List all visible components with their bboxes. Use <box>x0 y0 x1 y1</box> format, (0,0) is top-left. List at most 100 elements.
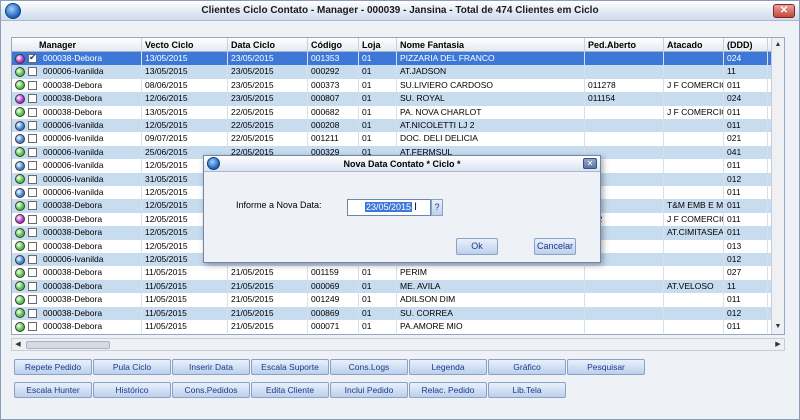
table-row[interactable]: 000038-Debora 11/05/2015 21/05/2015 000069 0… <box>12 279 776 294</box>
status-purple-icon <box>15 214 25 225</box>
column-header-loja[interactable]: Loja <box>359 38 397 52</box>
row-checkbox[interactable] <box>28 107 37 117</box>
column-header-ddd[interactable]: (DDD) <box>724 38 768 52</box>
date-value: 23/05/2015 <box>365 202 413 212</box>
table-row[interactable]: 000038-Debora 12/06/2015 23/05/2015 000807 0… <box>12 92 776 106</box>
repete-pedido-button[interactable]: Repete Pedido <box>14 359 92 375</box>
cancel-button[interactable]: Cancelar <box>534 238 576 255</box>
row-checkbox[interactable] <box>28 188 37 197</box>
cell-atacado: T&M EMB E MA <box>664 199 724 213</box>
cell-atacado <box>664 306 724 320</box>
table-row[interactable]: 000038-Debora13/05/201523/05/20150013530… <box>12 52 772 66</box>
scroll-thumb[interactable] <box>26 341 110 349</box>
scroll-left-icon[interactable]: ◀ <box>13 340 23 350</box>
column-header-nome[interactable]: Nome Fantasia <box>397 38 585 52</box>
row-checkbox[interactable] <box>28 80 37 90</box>
grid-header: Manager Vecto Ciclo Data Ciclo Código Loja No… <box>12 38 784 52</box>
date-input[interactable]: 23/05/2015 <box>347 199 431 216</box>
column-header-codigo[interactable]: Código <box>308 38 359 52</box>
cell-manager: 000038-Debora <box>40 239 142 253</box>
table-row[interactable]: 000038-Debora 11/05/2015 21/05/2015 000071 0… <box>12 320 776 334</box>
escala-hunter-button[interactable]: Escala Hunter <box>14 382 92 398</box>
table-row[interactable]: 000038-Debora 11/05/2015 21/05/2015 000869 0… <box>12 306 776 320</box>
cons-pedidos-button[interactable]: Cons.Pedidos <box>172 382 250 398</box>
dialog-close-button[interactable]: ✕ <box>583 158 597 169</box>
row-checkbox[interactable] <box>28 67 37 77</box>
column-header-manager[interactable]: Manager <box>36 38 142 52</box>
column-header-data[interactable]: Data Ciclo <box>228 38 308 52</box>
row-checkbox[interactable] <box>28 268 37 278</box>
cell-ped <box>585 132 664 146</box>
cell-vecto: 11/05/2015 <box>142 306 228 320</box>
pesquisar-button[interactable]: Pesquisar <box>567 359 645 375</box>
row-checkbox[interactable] <box>28 241 37 251</box>
gr-fico-button[interactable]: Gráfico <box>488 359 566 375</box>
cell-vecto: 12/05/2015 <box>142 119 228 133</box>
inserir-data-button[interactable]: Inserir Data <box>172 359 250 375</box>
cell-ped <box>585 65 664 79</box>
cons-logs-button[interactable]: Cons.Logs <box>330 359 408 375</box>
edita-cliente-button[interactable]: Edita Cliente <box>251 382 329 398</box>
legenda-button[interactable]: Legenda <box>409 359 487 375</box>
table-row[interactable]: 000038-Debora 13/05/2015 22/05/2015 000682 0… <box>12 105 776 119</box>
row-checkbox[interactable] <box>28 255 37 264</box>
row-checkbox[interactable] <box>28 228 37 238</box>
cell-atacado: AT.CIMITASEA <box>664 226 724 240</box>
ok-button[interactable]: Ok <box>456 238 498 255</box>
row-checkbox[interactable] <box>28 94 37 104</box>
row-checkbox[interactable] <box>28 147 37 157</box>
row-checkbox[interactable] <box>28 134 37 144</box>
help-button[interactable]: ? <box>431 199 443 216</box>
row-checkbox[interactable] <box>28 52 37 63</box>
table-row[interactable]: 000006-Ivanilda 13/05/2015 23/05/2015 00029… <box>12 65 776 79</box>
cell-vecto: 09/07/2015 <box>142 132 228 146</box>
status-blue-icon <box>15 133 25 144</box>
status-green-icon <box>15 308 25 319</box>
cell-atacado: J F COMERCIO <box>664 212 724 227</box>
pula-ciclo-button[interactable]: Pula Ciclo <box>93 359 171 375</box>
cell-atacado: J F COMERCIO <box>664 105 724 119</box>
row-checkbox[interactable] <box>28 201 37 211</box>
escala-suporte-button[interactable]: Escala Suporte <box>251 359 329 375</box>
vertical-scrollbar[interactable]: ▲ ▼ <box>771 38 784 334</box>
column-header-ped[interactable]: Ped.Aberto <box>585 38 664 52</box>
table-row[interactable]: 000038-Debora 11/05/2015 21/05/2015 001159 0… <box>12 266 776 280</box>
status-green-icon <box>15 227 25 238</box>
scroll-up-icon[interactable]: ▲ <box>773 40 783 50</box>
column-header-atacado[interactable]: Atacado <box>664 38 724 52</box>
table-row[interactable]: 000038-Debora 11/05/2015 21/05/2015 001249 0… <box>12 293 776 307</box>
cell-ddd: 011 <box>724 212 768 227</box>
cell-atacado <box>664 65 724 79</box>
relac-pedido-button[interactable]: Relac. Pedido <box>409 382 487 398</box>
row-checkbox[interactable] <box>28 308 37 318</box>
table-row[interactable]: 000038-Debora 08/06/2015 23/05/2015 000373 0… <box>12 78 776 93</box>
row-checkbox[interactable] <box>28 322 37 331</box>
lib-tela-button[interactable]: Lib.Tela <box>488 382 566 398</box>
row-checkbox[interactable] <box>28 214 37 224</box>
row-checkbox[interactable] <box>28 161 37 171</box>
cell-nome: PA.AMORE MIO <box>397 320 585 334</box>
table-row[interactable]: 000006-Ivanilda 12/05/2015 22/05/2015 00020… <box>12 119 776 133</box>
cell-manager: 000006-Ivanilda <box>40 253 142 267</box>
hist-rico-button[interactable]: Histórico <box>93 382 171 398</box>
date-label: Informe a Nova Data: <box>236 200 322 210</box>
cell-atacado <box>664 92 724 106</box>
scroll-down-icon[interactable]: ▼ <box>773 322 783 332</box>
row-checkbox[interactable] <box>28 121 37 130</box>
row-checkbox[interactable] <box>28 174 37 184</box>
column-header-vecto[interactable]: Vecto Ciclo <box>142 38 228 52</box>
cell-atacado <box>664 145 724 160</box>
cell-manager: 000006-Ivanilda <box>40 159 142 173</box>
cell-nome: ADILSON DIM <box>397 293 585 307</box>
scroll-right-icon[interactable]: ▶ <box>773 340 783 350</box>
row-checkbox[interactable] <box>28 281 37 291</box>
cell-codigo: 000071 <box>308 320 359 334</box>
horizontal-scrollbar[interactable]: ◀ ▶ <box>11 338 785 351</box>
row-checkbox[interactable] <box>28 295 37 305</box>
table-row[interactable]: 000006-Ivanilda 09/07/2015 22/05/2015 00121… <box>12 132 776 146</box>
status-green-icon <box>15 107 25 118</box>
close-button[interactable]: ✕ <box>773 4 795 18</box>
cell-data: 23/05/2015 <box>228 65 308 79</box>
cell-ddd: 011 <box>724 186 768 200</box>
inclui-pedido-button[interactable]: Inclui Pedido <box>330 382 408 398</box>
